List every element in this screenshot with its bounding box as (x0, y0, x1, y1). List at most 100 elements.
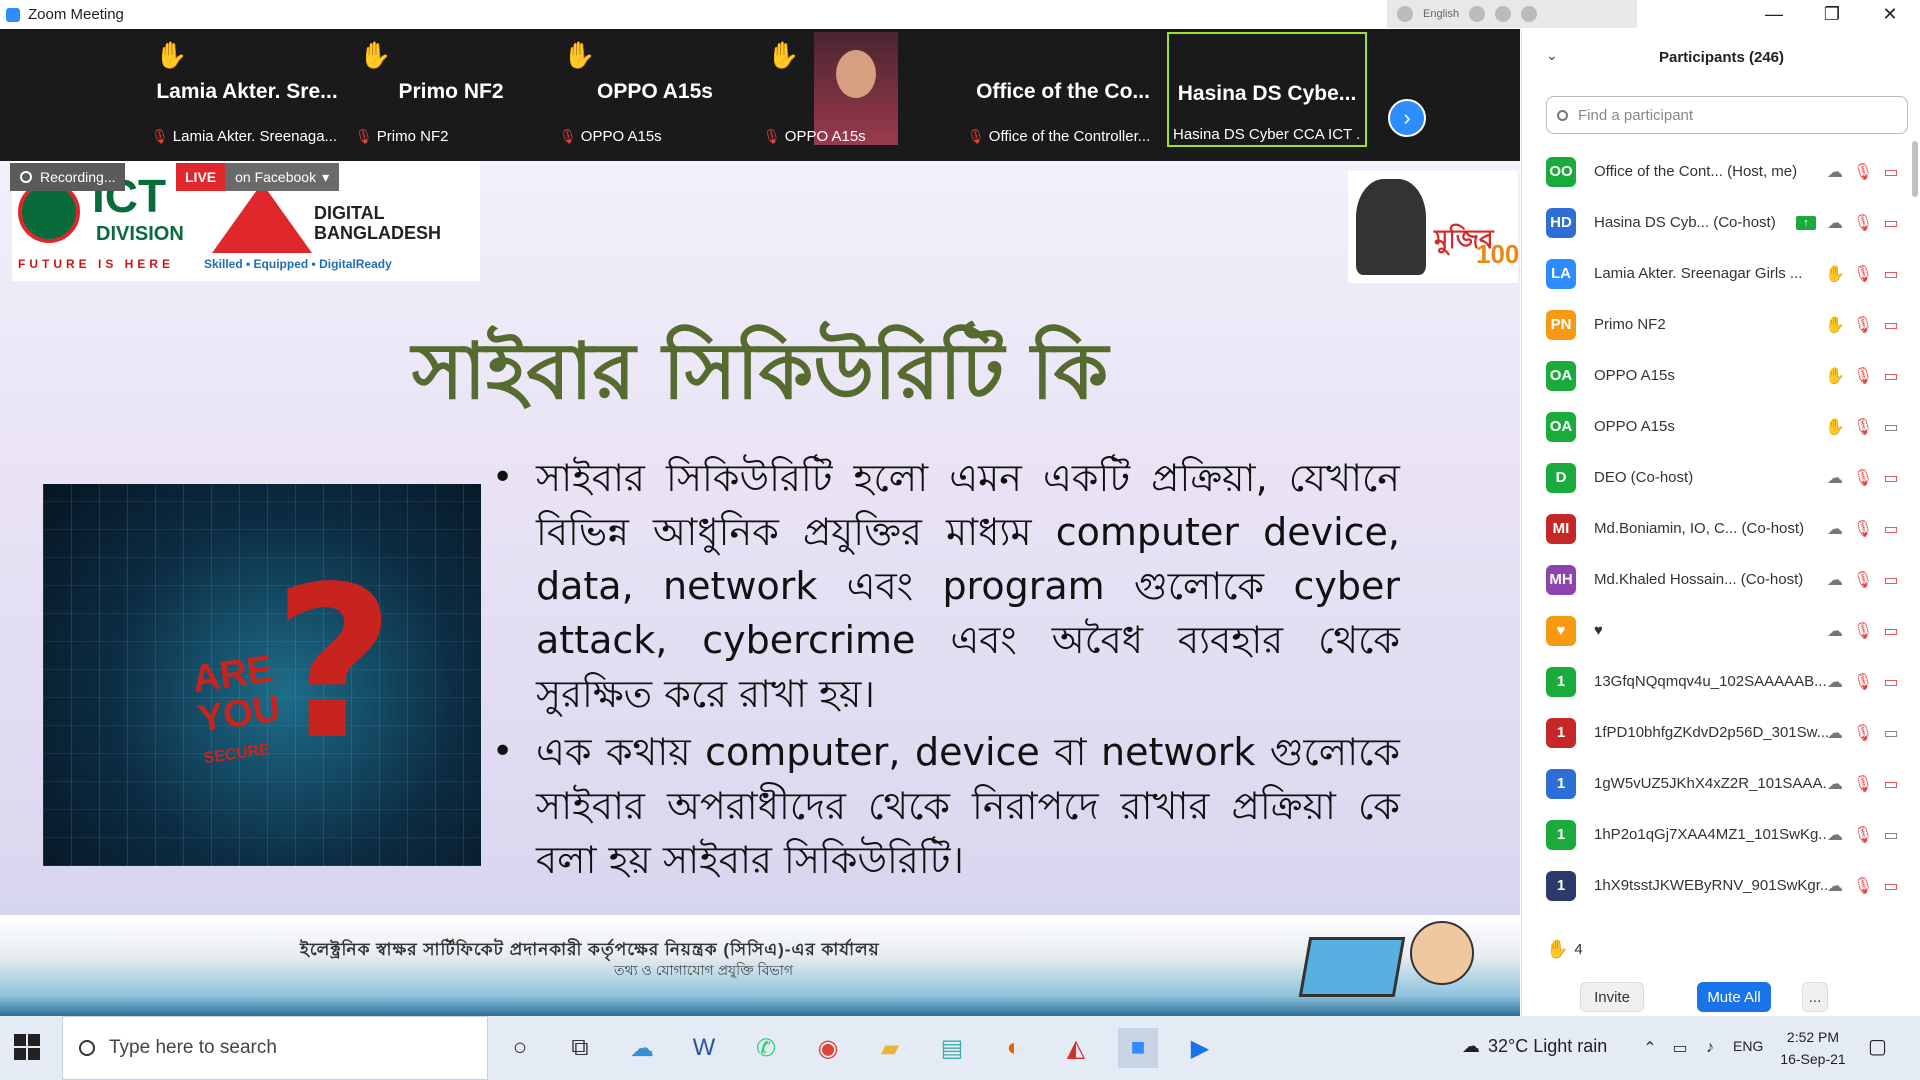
recording-cloud-icon: ☁ (1827, 163, 1843, 181)
tool-icon[interactable] (1469, 6, 1486, 22)
participant-row[interactable]: OA OPPO A15s ✋ 🎙 ▭ (1522, 401, 1914, 452)
speaker-icon[interactable]: ♪ (1690, 1028, 1730, 1068)
participant-name: Lamia Akter. Sreenagar Girls ... (1594, 265, 1803, 282)
participant-row[interactable]: 1 1hP2o1qGj7XAA4MZ1_101SwKg... ☁ 🎙 ▭ (1522, 809, 1914, 860)
windows-start-icon[interactable] (14, 1034, 40, 1060)
cloud-rain-icon: ☁ (1462, 1036, 1480, 1056)
participant-name: 1hP2o1qGj7XAA4MZ1_101SwKg... (1594, 826, 1828, 843)
mic-muted-icon: 🎙 (1852, 367, 1874, 385)
zoom-taskbar-icon[interactable]: ■ (1118, 1028, 1158, 1068)
participant-row[interactable]: MI Md.Boniamin, IO, C... (Co-host) ☁ 🎙 ▭ (1522, 503, 1914, 554)
slide-bullets: • সাইবার সিকিউরিটি হলো এমন একটি প্রক্রিয়… (492, 451, 1400, 891)
weather-app-icon[interactable]: ☁ (622, 1028, 662, 1068)
participant-row[interactable]: LA Lamia Akter. Sreenagar Girls ... ✋ 🎙 ▭ (1522, 248, 1914, 299)
video-tile[interactable]: Office of the Co... 🎙 Office of the Contr… (963, 32, 1163, 147)
participant-row[interactable]: 1 1fPD10bhfgZKdvD2p56D_301Sw... ☁ 🎙 ▭ (1522, 707, 1914, 758)
recording-cloud-icon: ☁ (1827, 571, 1843, 589)
recording-cloud-icon: ☁ (1827, 673, 1843, 691)
file-explorer-icon[interactable]: ▰ (870, 1028, 910, 1068)
scrollbar[interactable] (1912, 141, 1918, 197)
recording-indicator[interactable]: Recording... (10, 163, 126, 191)
participant-row[interactable]: PN Primo NF2 ✋ 🎙 ▭ (1522, 299, 1914, 350)
participant-row[interactable]: 1 13GfqNQqmqv4u_102SAAAAAB... ☁ 🎙 ▭ (1522, 656, 1914, 707)
mic-muted-icon: 🎙 (1852, 826, 1874, 844)
participant-row[interactable]: MH Md.Khaled Hossain... (Co-host) ☁ 🎙 ▭ (1522, 554, 1914, 605)
participant-name: 1hX9tsstJKWEByRNV_901SwKgr... (1594, 877, 1828, 894)
participant-row[interactable]: 1 1gW5vUZ5JKhX4xZ2R_101SAAA... ☁ 🎙 ▭ (1522, 758, 1914, 809)
language-label[interactable]: English (1423, 8, 1459, 20)
participant-row[interactable]: OO Office of the Cont... (Host, me) ☁ 🎙 ▭ (1522, 146, 1914, 197)
video-off-icon: ▭ (1883, 265, 1899, 283)
participant-row[interactable]: HD Hasina DS Cyb... (Co-host) ↑ ☁ 🎙 ▭ (1522, 197, 1914, 248)
mic-muted-icon: 🎙 (1852, 673, 1874, 691)
next-page-button[interactable]: › (1388, 99, 1426, 137)
participant-name: OPPO A15s (1594, 418, 1675, 435)
chrome-icon[interactable]: ◉ (808, 1028, 848, 1068)
mic-muted-icon: 🎙 (967, 128, 985, 144)
tile-label: Office of the Controller... (988, 128, 1151, 145)
kids-computer-illustration (1290, 919, 1510, 1009)
live-badge: LIVE (176, 163, 226, 191)
cortana-icon[interactable]: ○ (500, 1028, 540, 1068)
raised-count: 4 (1574, 941, 1583, 958)
video-on-icon: ▭ (1883, 418, 1899, 436)
notepad-icon[interactable]: ▤ (932, 1028, 972, 1068)
facebook-label: on Facebook (235, 169, 317, 185)
acrobat-icon[interactable]: ◭ (1056, 1028, 1096, 1068)
notification-icon[interactable]: ▢ (1868, 1034, 1887, 1059)
participant-row[interactable]: OA OPPO A15s ✋ 🎙 ▭ (1522, 350, 1914, 401)
invite-button[interactable]: Invite (1580, 982, 1644, 1012)
participant-row[interactable]: ♥ ♥ ☁ 🎙 ▭ (1522, 605, 1914, 656)
close-button[interactable]: ✕ (1861, 0, 1919, 29)
firefox-icon[interactable]: ◐ (994, 1028, 1034, 1068)
video-tile[interactable]: ✋ 🎙 OPPO A15s (759, 32, 959, 147)
raised-hands-count: ✋ 4 (1546, 939, 1583, 960)
mic-muted-icon: 🎙 (763, 128, 781, 144)
participant-name: Md.Khaled Hossain... (Co-host) (1594, 571, 1804, 588)
live-stream-indicator[interactable]: LIVE on Facebook ▾ (176, 163, 340, 191)
input-language[interactable]: ENG (1733, 1038, 1763, 1054)
video-player-icon[interactable]: ▶ (1180, 1028, 1220, 1068)
raised-hand-icon: ✋ (767, 40, 800, 70)
taskbar-search[interactable]: Type here to search (62, 1016, 488, 1080)
caret-down-icon: ▾ (322, 168, 330, 185)
video-tile[interactable]: ✋ Lamia Akter. Sre... 🎙 Lamia Akter. Sree… (147, 32, 347, 147)
weather-widget[interactable]: ☁ 32°C Light rain (1462, 1036, 1607, 1057)
mic-muted-icon: 🎙 (1852, 775, 1874, 793)
recording-cloud-icon: ☁ (1827, 775, 1843, 793)
logo-bangladesh: BANGLADESH (314, 223, 442, 243)
video-tile[interactable]: ✋ Primo NF2 🎙 Primo NF2 (351, 32, 551, 147)
mic-muted-icon: 🎙 (1852, 877, 1874, 895)
whatsapp-icon[interactable]: ✆ (746, 1028, 786, 1068)
participant-row[interactable]: 1 1hX9tsstJKWEByRNV_901SwKgr... ☁ 🎙 ▭ (1522, 860, 1914, 911)
tile-label: Lamia Akter. Sreenaga... (172, 128, 338, 145)
avatar: MI (1546, 513, 1576, 544)
chevron-right-icon: › (1403, 105, 1411, 130)
avatar: 1 (1546, 666, 1576, 697)
avatar: 1 (1546, 819, 1576, 850)
logo-future: FUTURE IS HERE (18, 257, 175, 271)
maximize-button[interactable]: ❐ (1803, 0, 1861, 29)
clock[interactable]: 2:52 PM 16-Sep-21 (1772, 1026, 1854, 1070)
word-icon[interactable]: W (684, 1028, 724, 1068)
bullet-item: • সাইবার সিকিউরিটি হলো এমন একটি প্রক্রিয়… (492, 451, 1400, 721)
more-button[interactable]: ... (1802, 982, 1828, 1012)
tile-name: Lamia Akter. Sre... (156, 80, 338, 103)
mute-all-button[interactable]: Mute All (1697, 982, 1771, 1012)
task-view-icon[interactable]: ⧉ (560, 1028, 600, 1068)
settings-icon[interactable] (1495, 6, 1512, 22)
help-icon[interactable] (1521, 6, 1538, 22)
are-you-secure-image: ? ARE YOU SECURE (43, 484, 481, 866)
avatar: 1 (1546, 768, 1576, 799)
participant-search[interactable] (1546, 96, 1908, 134)
video-off-icon: ▭ (1883, 775, 1899, 793)
minimize-button[interactable]: — (1745, 0, 1803, 29)
search-input[interactable] (1576, 105, 1880, 125)
video-tile[interactable]: ✋ OPPO A15s 🎙 OPPO A15s (555, 32, 755, 147)
participant-row[interactable]: D DEO (Co-host) ☁ 🎙 ▭ (1522, 452, 1914, 503)
avatar: ♥ (1546, 615, 1576, 646)
participant-name: DEO (Co-host) (1594, 469, 1694, 486)
keyboard-icon[interactable] (1397, 6, 1413, 22)
participant-list[interactable]: OO Office of the Cont... (Host, me) ☁ 🎙 ▭ HD H… (1522, 146, 1914, 916)
video-tile-active-speaker[interactable]: Hasina DS Cybe... Hasina DS Cyber CCA IC… (1167, 32, 1367, 147)
